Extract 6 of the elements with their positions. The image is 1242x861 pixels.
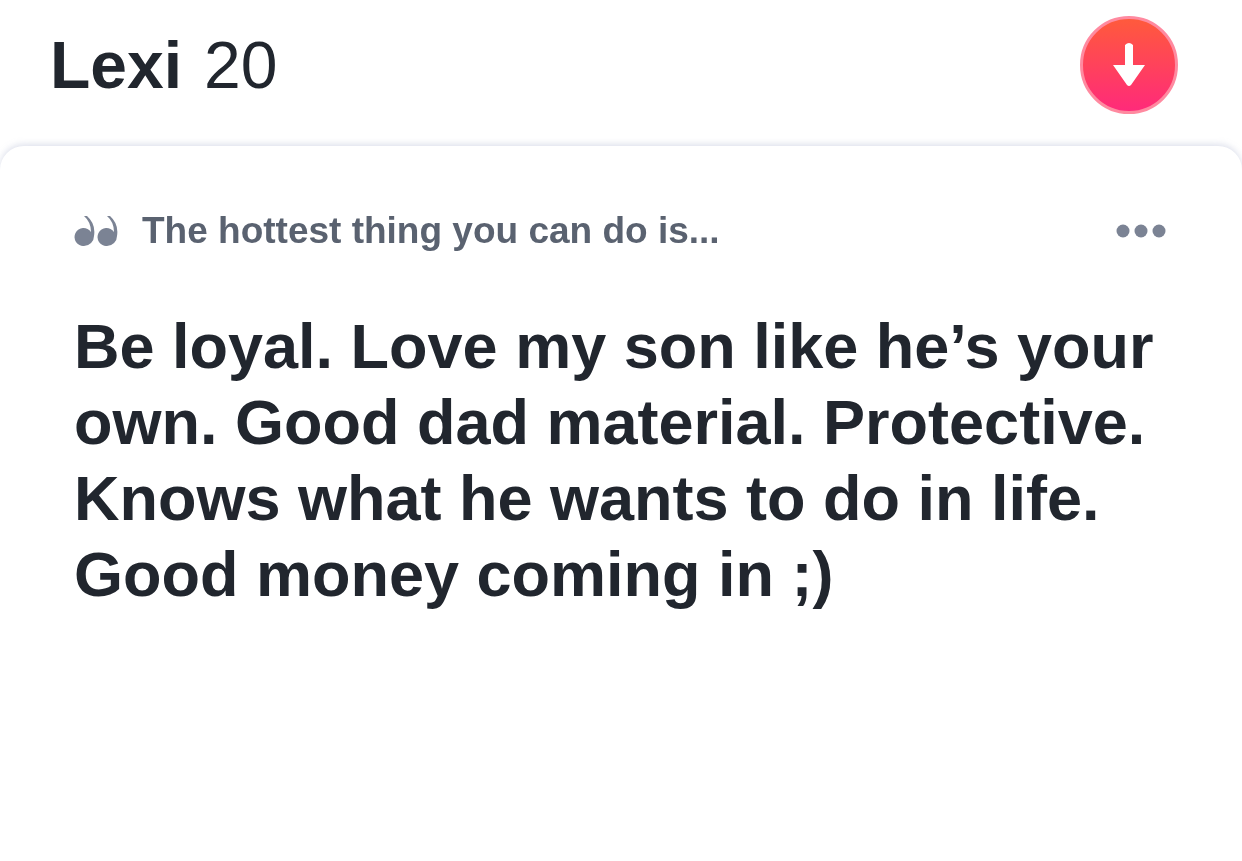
quote-icon — [74, 216, 118, 246]
profile-name: Lexi — [50, 27, 183, 103]
prompt-answer: Be loyal. Love my son like he’s your own. Good dad material. Protective. Knows what he wants to do in life. Good money coming in ;) — [74, 310, 1155, 611]
prompt-question: The hottest thing you can do is... — [142, 210, 720, 252]
profile-age: 20 — [204, 27, 278, 103]
more-options-icon[interactable] — [1116, 224, 1166, 238]
